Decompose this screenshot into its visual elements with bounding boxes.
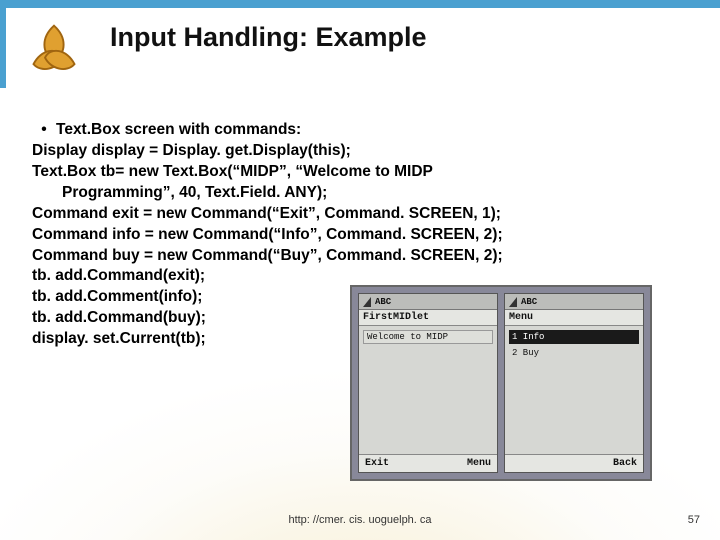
code-line: Command exit = new Command(“Exit”, Comma…: [32, 204, 670, 225]
triquetra-logo-icon: [22, 18, 86, 82]
bullet-text: Text.Box screen with commands:: [56, 120, 301, 141]
phone-status-bar: ABC: [359, 294, 497, 310]
phone-screenshots: ABC FirstMIDlet Welcome to MIDP Exit Men…: [350, 285, 652, 481]
phone-softkeys: Exit Menu: [359, 454, 497, 472]
slide-title: Input Handling: Example: [110, 22, 427, 53]
accent-left-bar: [0, 8, 6, 88]
menu-item[interactable]: 2 Buy: [509, 346, 639, 360]
signal-icon: [509, 297, 517, 307]
phone-screen-title: Menu: [505, 310, 643, 326]
phone-softkeys: Back: [505, 454, 643, 472]
input-mode-indicator: ABC: [521, 297, 537, 307]
phone-screen-title: FirstMIDlet: [359, 310, 497, 326]
code-line: Display display = Display. get.Display(t…: [32, 141, 670, 162]
textbox-content: Welcome to MIDP: [363, 330, 493, 344]
bullet-icon: •: [32, 120, 56, 141]
phone-body: Welcome to MIDP: [359, 326, 497, 454]
menu-item-selected[interactable]: 1 Info: [509, 330, 639, 344]
phone-menu-body: 1 Info 2 Buy: [505, 326, 643, 454]
phone-status-bar: ABC: [505, 294, 643, 310]
code-line: Text.Box tb= new Text.Box(“MIDP”, “Welco…: [32, 162, 670, 183]
phone-right: ABC Menu 1 Info 2 Buy Back: [504, 293, 644, 473]
page-number: 57: [688, 514, 700, 526]
phone-left: ABC FirstMIDlet Welcome to MIDP Exit Men…: [358, 293, 498, 473]
code-line: Command buy = new Command(“Buy”, Command…: [32, 246, 670, 267]
input-mode-indicator: ABC: [375, 297, 391, 307]
signal-icon: [363, 297, 371, 307]
accent-top-bar: [0, 0, 720, 8]
code-line: Command info = new Command(“Info”, Comma…: [32, 225, 670, 246]
code-line-continuation: Programming”, 40, Text.Field. ANY);: [32, 183, 670, 204]
softkey-left[interactable]: Exit: [365, 458, 389, 469]
footer-url: http: //cmer. cis. uoguelph. ca: [0, 514, 720, 526]
softkey-right[interactable]: Back: [613, 458, 637, 469]
softkey-right[interactable]: Menu: [467, 458, 491, 469]
